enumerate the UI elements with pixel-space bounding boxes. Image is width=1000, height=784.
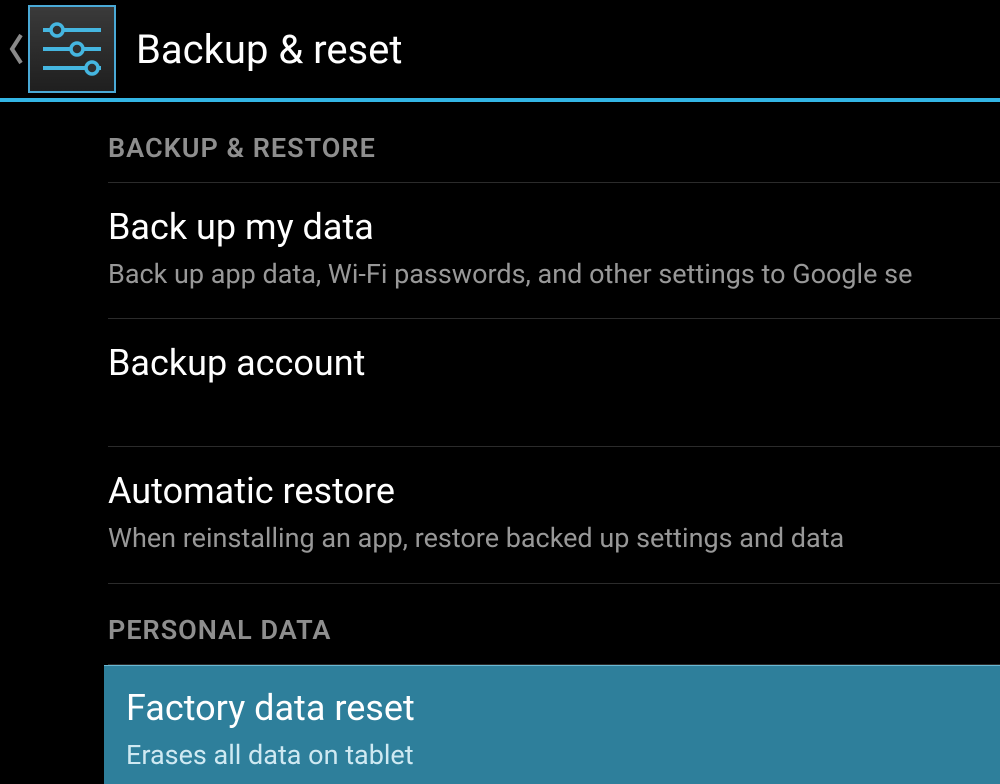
section-header-backup-restore: BACKUP & RESTORE: [108, 102, 1000, 183]
item-subtitle: When reinstalling an app, restore backed…: [108, 520, 1000, 556]
item-subtitle: Erases all data on tablet: [126, 737, 1000, 773]
item-title: Factory data reset: [126, 686, 1000, 731]
settings-content: BACKUP & RESTORE Back up my data Back up…: [0, 102, 1000, 784]
section-header-personal-data: PERSONAL DATA: [108, 584, 1000, 665]
list-item-factory-reset[interactable]: Factory data reset Erases all data on ta…: [104, 665, 1000, 784]
item-title: Backup account: [108, 341, 1000, 386]
back-chevron-icon[interactable]: [6, 32, 26, 66]
item-title: Back up my data: [108, 205, 1000, 250]
item-subtitle: Back up app data, Wi-Fi passwords, and o…: [108, 256, 1000, 292]
item-title: Automatic restore: [108, 469, 1000, 514]
settings-sliders-icon[interactable]: [28, 5, 116, 93]
list-item-backup-account[interactable]: Backup account: [108, 319, 1000, 447]
header-bar: Backup & reset: [0, 0, 1000, 102]
page-title: Backup & reset: [136, 26, 402, 73]
list-item-automatic-restore[interactable]: Automatic restore When reinstalling an a…: [108, 447, 1000, 583]
list-item-backup-my-data[interactable]: Back up my data Back up app data, Wi-Fi …: [108, 183, 1000, 319]
